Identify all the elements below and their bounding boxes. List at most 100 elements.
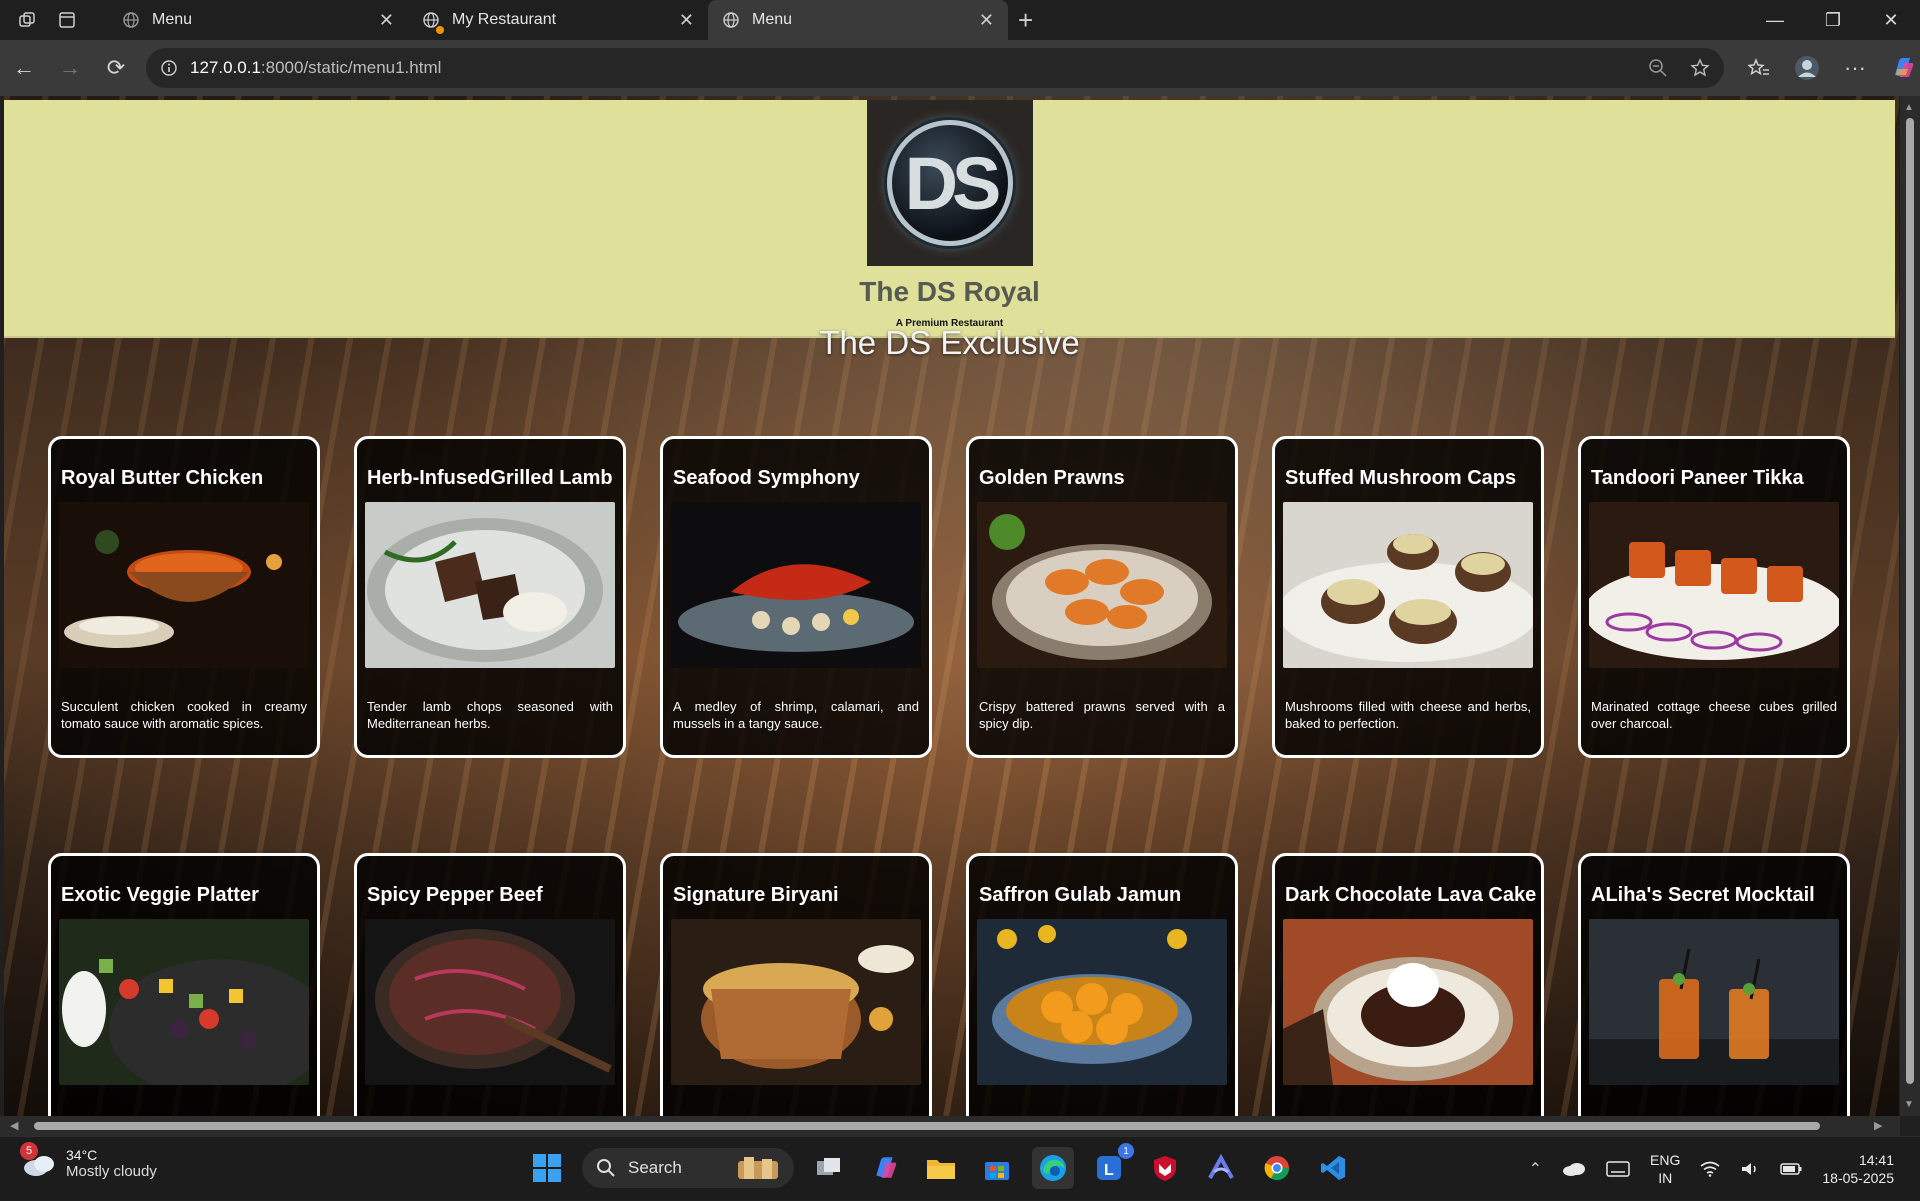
menu-card[interactable]: ALiha's Secret Mocktail xyxy=(1578,853,1850,1116)
mcafee-icon[interactable] xyxy=(1144,1147,1186,1189)
menu-card[interactable]: Seafood Symphony A medley of shrimp, cal… xyxy=(660,436,932,758)
menu-item-photo xyxy=(59,919,309,1085)
profile-avatar[interactable] xyxy=(1794,55,1820,81)
menu-item-description: Marinated cottage cheese cubes grilled o… xyxy=(1591,699,1837,731)
language-region: IN xyxy=(1658,1170,1673,1186)
menu-card[interactable]: Spicy Pepper Beef xyxy=(354,853,626,1116)
refresh-button[interactable]: ⟳ xyxy=(94,48,138,88)
language-indicator[interactable]: ENG IN xyxy=(1650,1151,1680,1187)
scroll-right-arrow-icon[interactable]: ▶ xyxy=(1874,1119,1882,1132)
close-window-button[interactable]: ✕ xyxy=(1862,0,1920,40)
close-tab-icon[interactable]: ✕ xyxy=(979,10,994,31)
menu-item-name: Dark Chocolate Lava Cake xyxy=(1285,884,1537,906)
audio-indicator xyxy=(436,26,444,34)
menu-item-name: Stuffed Mushroom Caps xyxy=(1285,467,1517,489)
menu-card[interactable]: Tandoori Paneer Tikka Marinated cottage … xyxy=(1578,436,1850,758)
edge-browser-icon[interactable] xyxy=(1032,1147,1074,1189)
browser-toolbar: ← → ⟳ 127.0.0.1:8000/static/menu1.html ·… xyxy=(0,40,1920,96)
vertical-tabs-icon[interactable] xyxy=(58,11,76,29)
menu-item-description: Crispy battered prawns served with a spi… xyxy=(979,699,1225,731)
scroll-up-arrow-icon[interactable]: ▲ xyxy=(1904,102,1914,113)
volume-icon[interactable] xyxy=(1740,1161,1760,1177)
menu-card[interactable]: Saffron Gulab Jamun xyxy=(966,853,1238,1116)
tab-menu-active[interactable]: Menu ✕ xyxy=(708,0,1008,40)
address-bar[interactable]: 127.0.0.1:8000/static/menu1.html xyxy=(146,48,1724,88)
logo-text: DS xyxy=(904,141,1002,225)
close-tab-icon[interactable]: ✕ xyxy=(379,10,394,31)
menu-item-description: Tender lamb chops seasoned with Mediterr… xyxy=(367,699,613,731)
menu-card[interactable]: Royal Butter Chicken Succulent chicken c… xyxy=(48,436,320,758)
brand-name: The DS Royal xyxy=(859,276,1040,307)
copilot-icon[interactable] xyxy=(1890,55,1916,81)
file-explorer-icon[interactable] xyxy=(920,1147,962,1189)
clock-date: 18-05-2025 xyxy=(1822,1170,1894,1186)
menu-item-photo xyxy=(671,919,921,1085)
vertical-scroll-thumb[interactable] xyxy=(1906,118,1914,1084)
taskbar-search[interactable]: Search xyxy=(582,1148,794,1188)
favorites-icon[interactable] xyxy=(1748,58,1770,78)
globe-icon xyxy=(122,11,140,29)
task-view-icon[interactable] xyxy=(808,1147,850,1189)
start-button[interactable] xyxy=(526,1147,568,1189)
weather-condition: Mostly cloudy xyxy=(66,1163,157,1180)
favorite-star-icon[interactable] xyxy=(1690,58,1710,78)
menu-item-name: Exotic Veggie Platter xyxy=(61,884,259,906)
search-label: Search xyxy=(628,1158,682,1177)
forward-button[interactable]: → xyxy=(48,48,92,88)
search-highlight-icon xyxy=(736,1155,780,1181)
horizontal-scrollbar[interactable]: ◀ ▶ xyxy=(0,1116,1900,1136)
url-path: :8000/static/menu1.html xyxy=(260,58,442,77)
new-tab-button[interactable]: + xyxy=(1018,5,1033,36)
tab-title: My Restaurant xyxy=(452,11,557,28)
more-options-icon[interactable]: ··· xyxy=(1844,55,1866,81)
tab-title: Menu xyxy=(752,11,793,28)
vscode-icon[interactable] xyxy=(1312,1147,1354,1189)
menu-item-name: Tandoori Paneer Tikka xyxy=(1591,467,1804,489)
vertical-scrollbar[interactable]: ▲ ▼ xyxy=(1900,96,1920,1116)
scroll-down-arrow-icon[interactable]: ▼ xyxy=(1904,1099,1914,1110)
menu-item-photo xyxy=(977,919,1227,1085)
menu-item-name: Signature Biryani xyxy=(673,884,839,906)
logo-emblem: DS xyxy=(887,120,1013,246)
menu-item-photo xyxy=(1589,502,1839,668)
wifi-icon[interactable] xyxy=(1700,1161,1720,1177)
zoom-out-icon[interactable] xyxy=(1648,58,1668,78)
system-clock[interactable]: 14:41 18-05-2025 xyxy=(1822,1151,1894,1187)
menu-item-photo xyxy=(365,502,615,668)
site-info-icon[interactable] xyxy=(160,59,178,77)
show-hidden-icons-chevron-icon[interactable]: ⌃ xyxy=(1529,1159,1542,1179)
lens-app-icon[interactable]: L1 xyxy=(1088,1143,1134,1189)
menu-card[interactable]: Dark Chocolate Lava Cake xyxy=(1272,853,1544,1116)
menu-card[interactable]: Stuffed Mushroom Caps Mushrooms filled w… xyxy=(1272,436,1544,758)
workspaces-icon[interactable] xyxy=(18,11,36,29)
search-icon xyxy=(596,1158,616,1178)
arc-app-icon[interactable] xyxy=(1200,1147,1242,1189)
logo[interactable]: DS xyxy=(867,100,1033,266)
menu-item-description: Succulent chicken cooked in creamy tomat… xyxy=(61,699,307,731)
battery-icon[interactable] xyxy=(1780,1162,1802,1176)
tab-my-restaurant[interactable]: My Restaurant ✕ xyxy=(408,0,708,40)
menu-item-name: ALiha's Secret Mocktail xyxy=(1591,884,1815,906)
restore-button[interactable]: ❐ xyxy=(1804,0,1862,40)
chrome-icon[interactable] xyxy=(1256,1147,1298,1189)
microsoft-store-icon[interactable] xyxy=(976,1147,1018,1189)
menu-item-name: Royal Butter Chicken xyxy=(61,467,264,489)
tab-title: Menu xyxy=(152,11,193,28)
back-button[interactable]: ← xyxy=(2,48,46,88)
close-tab-icon[interactable]: ✕ xyxy=(679,10,694,31)
menu-card[interactable]: Exotic Veggie Platter xyxy=(48,853,320,1116)
section-title: The DS Exclusive xyxy=(819,324,1080,361)
onedrive-cloud-icon[interactable] xyxy=(1562,1161,1586,1177)
menu-card[interactable]: Signature Biryani xyxy=(660,853,932,1116)
globe-icon xyxy=(722,11,740,29)
minimize-button[interactable]: — xyxy=(1746,0,1804,40)
horizontal-scroll-thumb[interactable] xyxy=(34,1122,1820,1130)
scroll-left-arrow-icon[interactable]: ◀ xyxy=(10,1119,18,1132)
copilot-app-icon[interactable] xyxy=(864,1147,906,1189)
tab-menu-1[interactable]: Menu ✕ xyxy=(108,0,408,40)
menu-card[interactable]: Herb-InfusedGrilled Lamb Tender lamb cho… xyxy=(354,436,626,758)
menu-card[interactable]: Golden Prawns Crispy battered prawns ser… xyxy=(966,436,1238,758)
menu-item-photo xyxy=(977,502,1227,668)
keyboard-icon[interactable] xyxy=(1606,1161,1630,1177)
weather-widget[interactable]: 5 34°C Mostly cloudy xyxy=(20,1141,157,1180)
